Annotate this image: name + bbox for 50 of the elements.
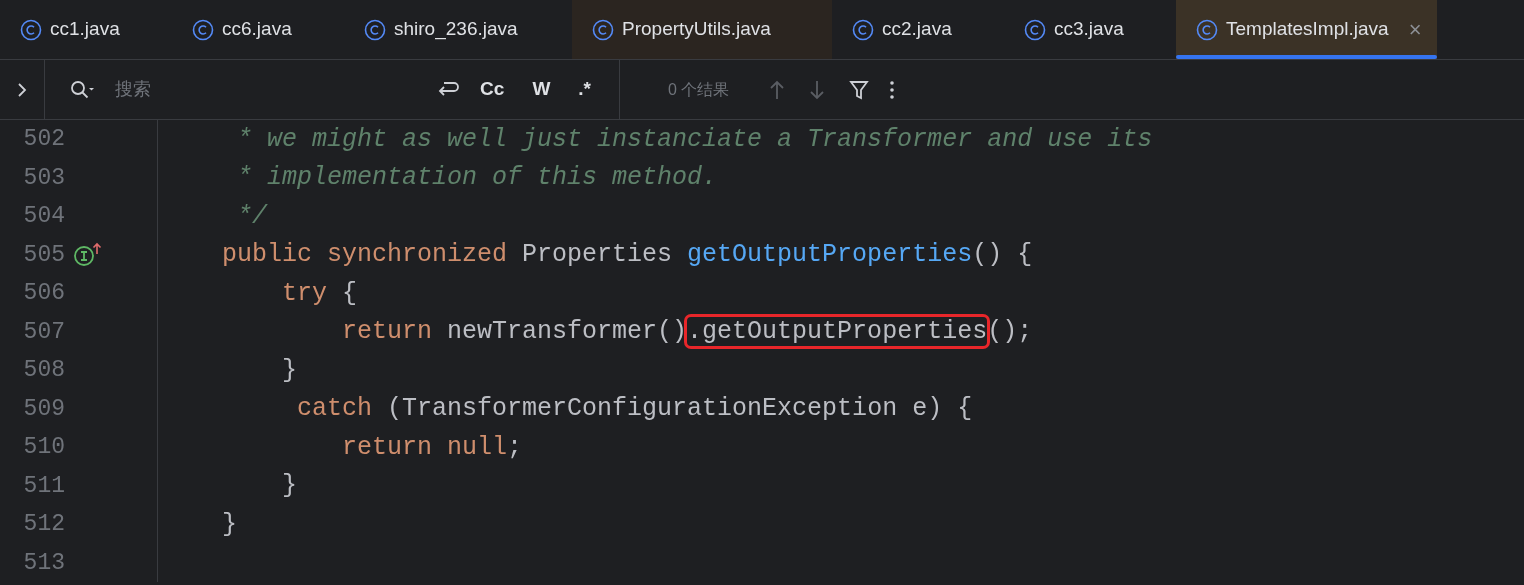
line-number: 511	[22, 471, 65, 501]
file-tab[interactable]: PropertyUtils.java	[572, 0, 832, 59]
code-line: }	[221, 508, 237, 541]
code-line: public synchronized Properties getOutputProperties() {	[221, 239, 1033, 271]
class-icon	[20, 18, 42, 41]
line-number: 509	[22, 394, 65, 424]
search-icon[interactable]	[69, 78, 95, 101]
line-number: 510	[22, 433, 65, 462]
close-button[interactable]: ×	[1408, 13, 1422, 46]
arrow-up-icon[interactable]	[769, 78, 786, 101]
line-number: 503	[22, 163, 65, 193]
code-line: try {	[281, 277, 358, 310]
line-number: 505	[22, 240, 65, 270]
chevron-right-icon[interactable]	[16, 81, 28, 98]
file-tab[interactable]: shiro_236.java	[344, 0, 572, 59]
line-number: 507	[22, 317, 65, 347]
code-line: * implementation of this method.	[236, 162, 718, 194]
more-icon[interactable]	[889, 78, 896, 101]
code-line: }	[281, 354, 298, 387]
file-tab[interactable]: cc3.java	[1004, 0, 1176, 59]
code-line: }	[281, 470, 298, 502]
class-icon	[852, 18, 874, 41]
arrow-down-icon[interactable]	[809, 78, 826, 101]
code-line: return newTransformer().getOutputProperties();	[162, 313, 1033, 351]
class-icon	[592, 18, 614, 41]
class-icon	[1024, 18, 1046, 41]
line-number: 502	[22, 125, 65, 154]
code-line: * we might as well just instanciate a Transformer and use its	[236, 123, 1153, 156]
file-tab[interactable]: cc2.java	[832, 0, 1004, 59]
class-icon	[364, 18, 386, 41]
line-number: 506	[22, 279, 65, 308]
search-option-toggle[interactable]: Cc	[472, 75, 513, 104]
result-count: 0 个结果	[668, 79, 730, 100]
file-tab[interactable]: TemplatesImpl.java ×	[1176, 0, 1438, 59]
code-line: return null;	[341, 431, 523, 464]
line-number: 508	[22, 356, 65, 385]
line-number: 512	[22, 510, 65, 539]
class-icon	[1196, 18, 1218, 41]
code-line: */	[236, 200, 268, 233]
code-line: catch (TransformerConfigurationException e) {	[296, 393, 973, 425]
line-number: 513	[22, 548, 65, 578]
search-field[interactable]: 搜索 Cc W .*	[45, 60, 620, 119]
search-option-toggle[interactable]: .*	[570, 75, 599, 104]
filter-icon[interactable]	[849, 78, 870, 101]
search-option-toggle[interactable]: W	[524, 75, 559, 104]
file-tab[interactable]: cc6.java	[172, 0, 344, 59]
line-number: 504	[22, 202, 65, 231]
file-tab[interactable]: cc1.java	[0, 0, 172, 59]
implements-up-icon[interactable]	[73, 241, 103, 268]
class-icon	[192, 18, 214, 41]
